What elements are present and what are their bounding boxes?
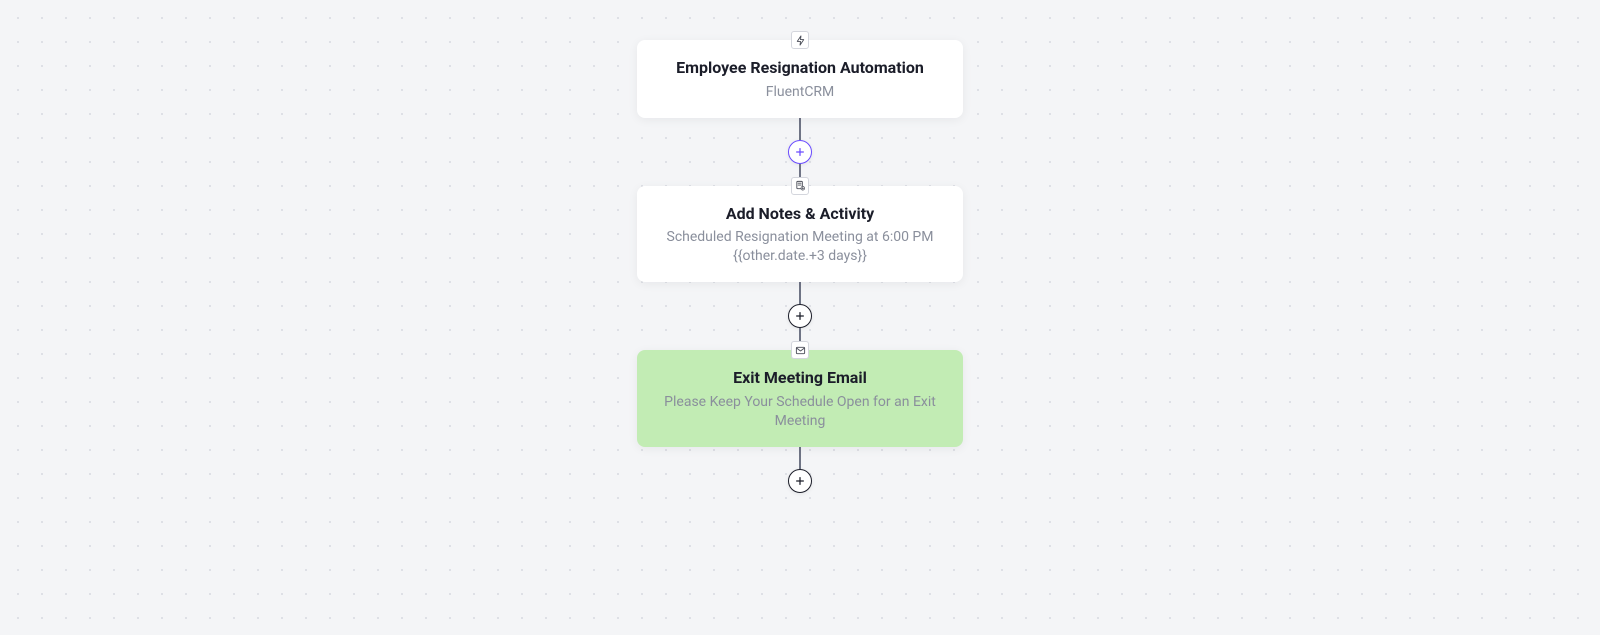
add-step-button[interactable] [788, 304, 812, 328]
connector-line [799, 447, 801, 469]
add-notes-node-title: Add Notes & Activity [657, 204, 943, 225]
add-notes-node[interactable]: Add Notes & Activity Scheduled Resignati… [637, 186, 963, 283]
exit-email-node[interactable]: Exit Meeting Email Please Keep Your Sche… [637, 350, 963, 447]
trigger-node[interactable]: Employee Resignation Automation FluentCR… [637, 40, 963, 118]
notes-icon [791, 177, 809, 195]
add-step-button[interactable] [788, 469, 812, 493]
exit-email-node-subtitle: Please Keep Your Schedule Open for an Ex… [657, 393, 943, 431]
connector-line [799, 118, 801, 140]
add-notes-node-subtitle: Scheduled Resignation Meeting at 6:00 PM… [657, 228, 943, 266]
bolt-icon [791, 31, 809, 49]
trigger-node-subtitle: FluentCRM [657, 83, 943, 102]
add-step-button[interactable] [788, 140, 812, 164]
trigger-node-title: Employee Resignation Automation [657, 58, 943, 79]
exit-email-node-title: Exit Meeting Email [657, 368, 943, 389]
automation-canvas[interactable]: Employee Resignation Automation FluentCR… [0, 0, 1600, 635]
email-icon [791, 341, 809, 359]
connector-line [799, 282, 801, 304]
